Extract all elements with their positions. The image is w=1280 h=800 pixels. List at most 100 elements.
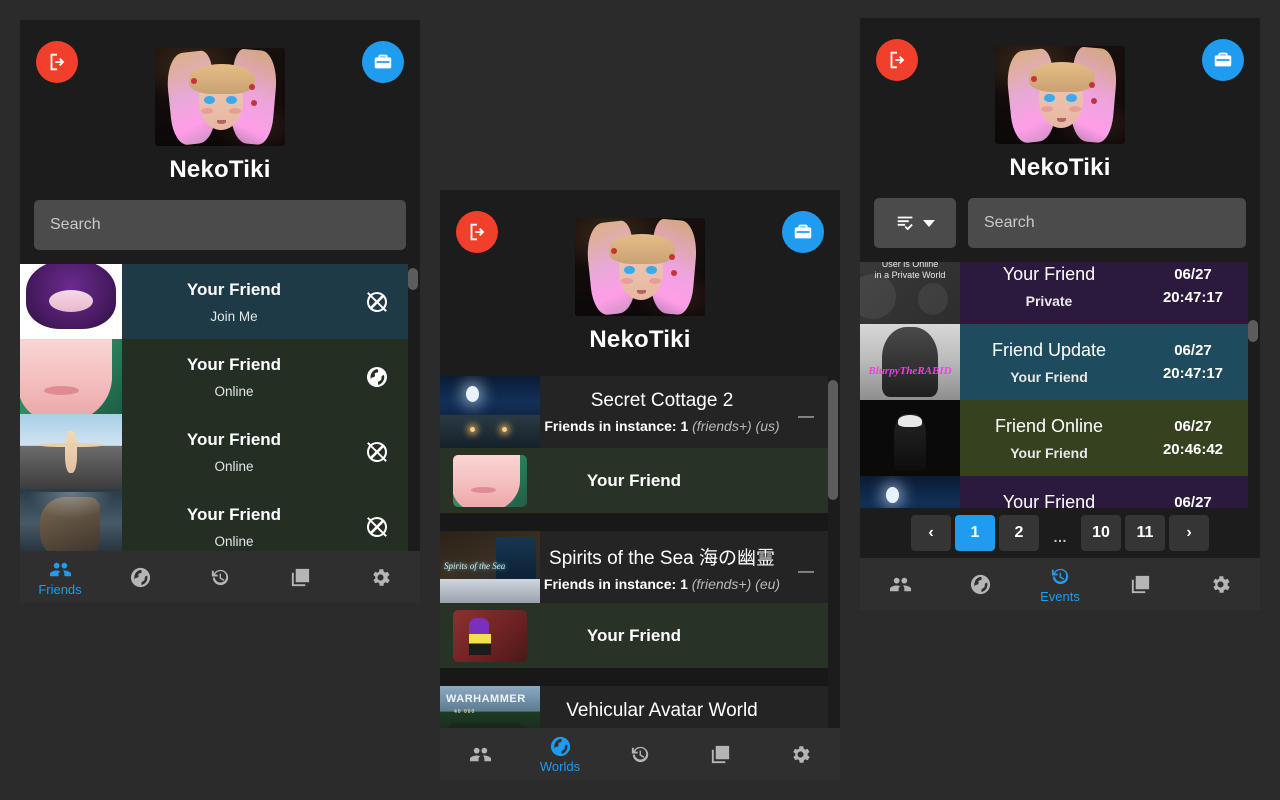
nav-events[interactable]: Events [1020, 558, 1100, 610]
pagination: ‹ 1 2 … 10 11 › [860, 508, 1260, 558]
nav-gallery[interactable]: Gallery [680, 728, 760, 780]
search-input[interactable] [968, 198, 1246, 248]
friends-panel: NekoTiki Your Friend Join Me [20, 20, 420, 603]
nav-friends[interactable]: Friends [20, 551, 100, 603]
event-time: 20:46:42 [1162, 441, 1224, 458]
toolbox-button[interactable] [362, 41, 404, 83]
world-collapse-button[interactable]: — [784, 531, 828, 603]
gear-icon [1212, 575, 1230, 593]
photos-icon [711, 745, 729, 763]
page-next-button[interactable]: › [1169, 515, 1209, 551]
logout-button[interactable] [876, 39, 918, 81]
world-friend-row[interactable]: Your Friend [440, 448, 828, 513]
logout-icon [890, 51, 905, 69]
friends-scroll-thumb[interactable] [408, 268, 418, 290]
nav-label: Events [1040, 588, 1080, 604]
gear-icon [372, 568, 390, 586]
friend-thumbnail: Rin_Piano [440, 609, 540, 662]
event-date: 06/27 [1174, 342, 1212, 359]
friend-status: Online [214, 533, 254, 549]
world-friend-row[interactable]: Rin_Piano Your Friend [440, 603, 828, 668]
nav-events[interactable]: Events [600, 728, 680, 780]
page-button-10[interactable]: 10 [1081, 515, 1121, 551]
events-scrollbar[interactable] [1248, 262, 1258, 508]
bottom-nav: Friends Worlds Events Gallery Settings [440, 728, 840, 780]
worlds-scrollbar[interactable] [828, 376, 838, 728]
page-prev-button[interactable]: ‹ [911, 515, 951, 551]
globe-off-icon[interactable] [346, 264, 408, 339]
globe-icon [550, 736, 570, 756]
world-thumbnail [440, 376, 540, 448]
toolbox-button[interactable] [782, 211, 824, 253]
event-thumbnail: BlurpyTheRABID [860, 324, 960, 400]
search-input[interactable] [34, 200, 406, 250]
sort-icon [897, 216, 913, 231]
event-row[interactable]: Your Friend Secret Cottage 2 06/27 20:44… [860, 476, 1248, 508]
nav-events[interactable]: Events [180, 551, 260, 603]
event-row[interactable]: Friend Online Your Friend 06/27 20:46:42 [860, 400, 1248, 476]
nav-settings[interactable]: Settings [760, 728, 840, 780]
nav-settings[interactable]: Settings [340, 551, 420, 603]
event-row[interactable]: User is Online in a Private World Your Fr… [860, 262, 1248, 324]
globe-off-icon[interactable] [346, 414, 408, 489]
friend-row[interactable]: Your Friend Online [20, 489, 408, 551]
events-scroll-thumb[interactable] [1248, 320, 1258, 342]
screen: NekoTiki Your Friend Join Me [0, 0, 1280, 800]
search-row [860, 182, 1260, 262]
friend-name: Your Friend [186, 279, 282, 299]
friend-row[interactable]: Your Friend Online [20, 339, 408, 414]
nav-friends[interactable]: Friends [860, 558, 940, 610]
page-button-2[interactable]: 2 [999, 515, 1039, 551]
world-row[interactable]: Secret Cottage 2 Friends in instance: 1 … [440, 376, 828, 448]
nav-friends[interactable]: Friends [440, 728, 520, 780]
worlds-list: Secret Cottage 2 Friends in instance: 1 … [440, 376, 828, 728]
page-button-11[interactable]: 11 [1125, 515, 1165, 551]
nav-settings[interactable]: Settings [1180, 558, 1260, 610]
sort-dropdown[interactable] [874, 198, 956, 248]
gear-icon [792, 745, 810, 763]
friend-row[interactable]: Your Friend Join Me [20, 264, 408, 339]
world-title: Vehicular Avatar World [566, 700, 758, 721]
nav-worlds[interactable]: Worlds [940, 558, 1020, 610]
world-meta-tags: (friends+) (eu) [691, 575, 781, 592]
panel-header: NekoTiki [860, 18, 1260, 262]
world-collapse-button[interactable]: — [784, 376, 828, 448]
photos-icon [1131, 575, 1149, 593]
worlds-scroll-thumb[interactable] [828, 380, 838, 500]
toolbox-icon [1214, 52, 1232, 67]
username-label: NekoTiki [1009, 154, 1111, 181]
nav-gallery[interactable]: Gallery [1100, 558, 1180, 610]
bottom-nav: Friends Worlds Events Gallery Settings [20, 551, 420, 603]
friends-list-scroll[interactable]: Your Friend Join Me Your Friend Online Y… [20, 264, 420, 551]
logout-button[interactable] [456, 211, 498, 253]
history-icon [211, 569, 228, 585]
page-ellipsis: … [1053, 529, 1067, 545]
worlds-list-scroll[interactable]: Secret Cottage 2 Friends in instance: 1 … [440, 376, 840, 728]
friends-scrollbar[interactable] [408, 264, 418, 551]
world-row[interactable]: WARHAMMER 40 000 Vehicular Avatar World [440, 686, 828, 728]
globe-icon[interactable] [346, 339, 408, 414]
toolbox-button[interactable] [1202, 39, 1244, 81]
world-meta-count: 1 [680, 418, 689, 434]
event-thumbnail [860, 400, 960, 476]
bottom-nav: Friends Worlds Events Gallery Settings [860, 558, 1260, 610]
friend-status: Online [214, 383, 254, 399]
nav-gallery[interactable]: Gallery [260, 551, 340, 603]
events-panel: NekoTiki Search User is Online in a Priv… [860, 18, 1260, 610]
event-time: 20:47:17 [1162, 365, 1224, 382]
logout-button[interactable] [36, 41, 78, 83]
nav-worlds[interactable]: Worlds [520, 728, 600, 780]
world-meta-tags: (friends+) (us) [692, 418, 780, 434]
friend-status: Online [214, 458, 254, 474]
globe-off-icon[interactable] [346, 489, 408, 551]
nav-worlds[interactable]: Worlds [100, 551, 180, 603]
friend-name: Your Friend [186, 429, 282, 449]
page-button-1[interactable]: 1 [955, 515, 995, 551]
world-row[interactable]: Spirits of the Sea Spirits of the Sea 海の… [440, 531, 828, 603]
panel-header: NekoTiki [440, 190, 840, 376]
friend-row[interactable]: Your Friend Online [20, 414, 408, 489]
worlds-panel: NekoTiki Secret Cottage 2 Friends in ins… [440, 190, 840, 780]
event-row[interactable]: BlurpyTheRABID Friend Update Your Friend… [860, 324, 1248, 400]
events-list-scroll[interactable]: User is Online in a Private World Your Fr… [860, 262, 1260, 508]
world-meta: Friends in instance: 1 (friends+) (eu) [544, 576, 780, 592]
